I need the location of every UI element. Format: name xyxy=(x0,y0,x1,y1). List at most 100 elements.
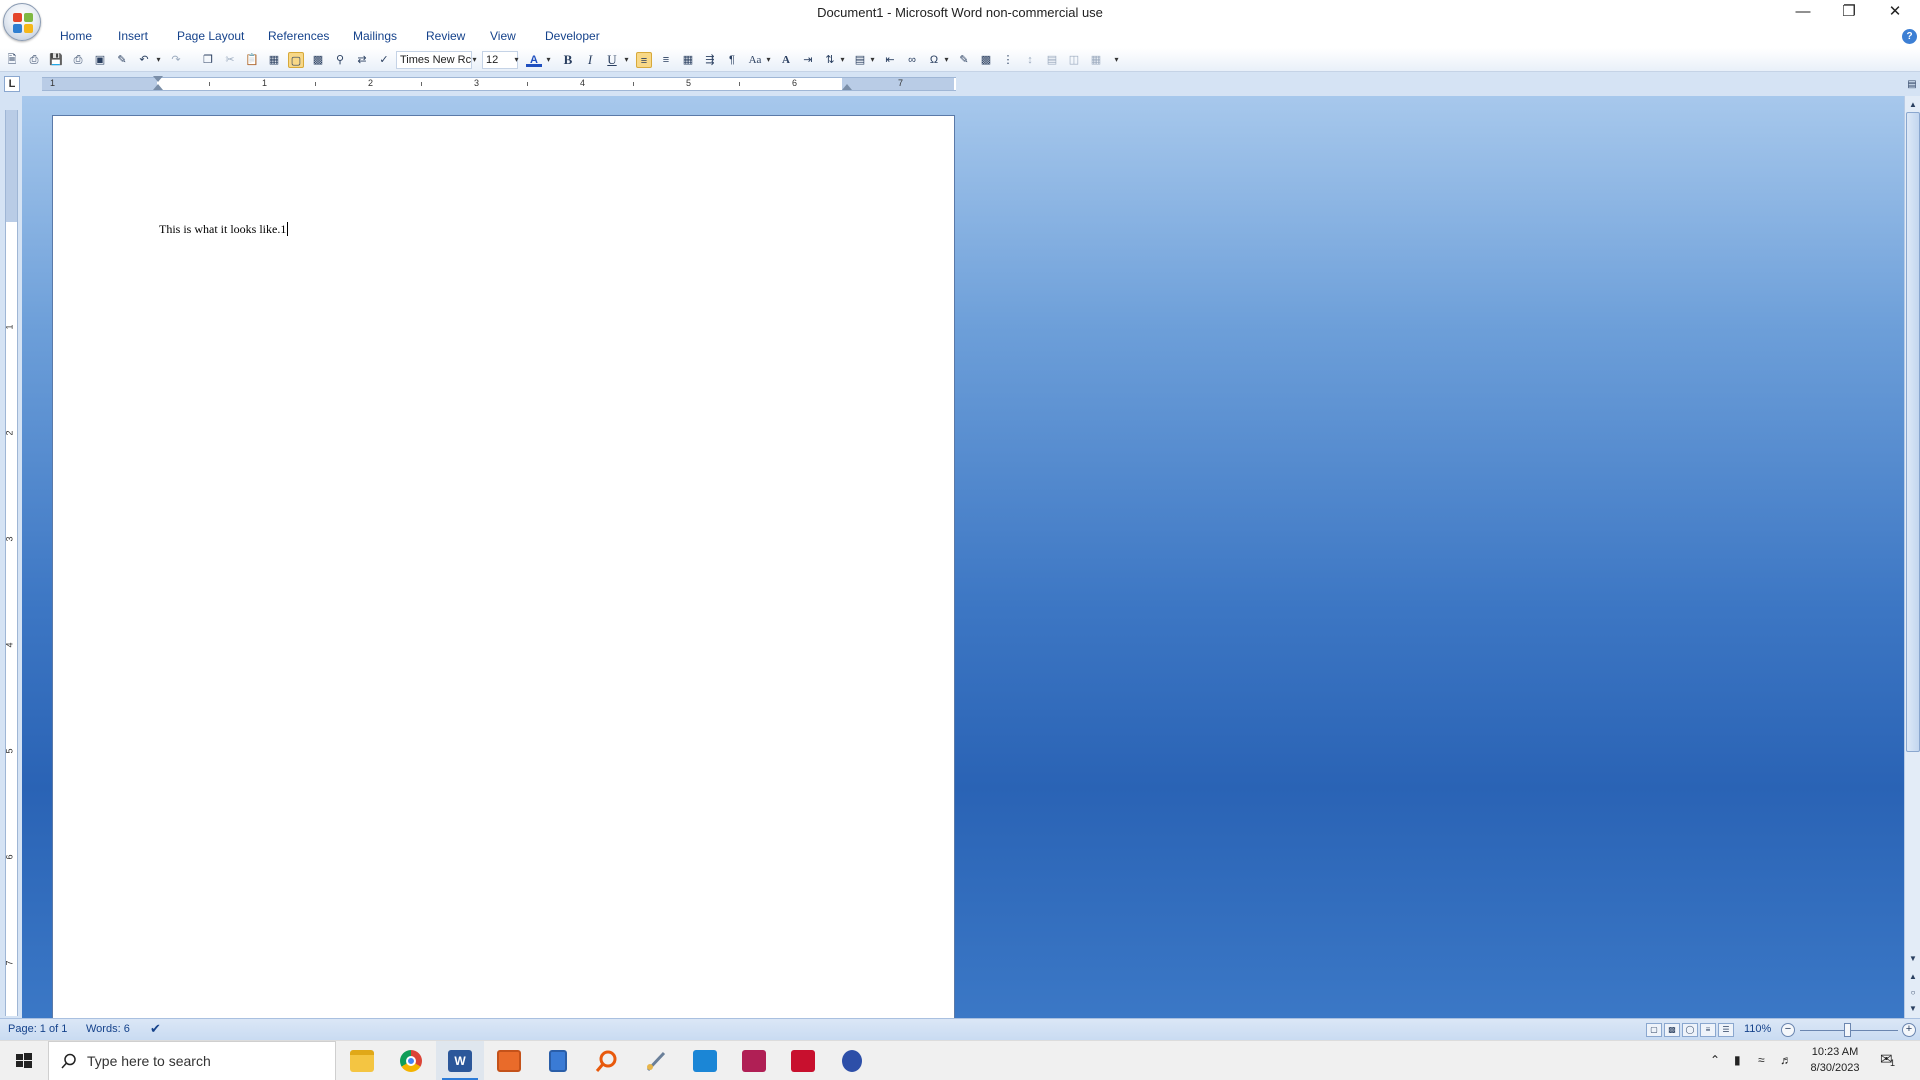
indent-icon[interactable]: ⇥ xyxy=(800,52,816,68)
font-color-button[interactable]: A xyxy=(526,52,542,67)
draft-view-button[interactable]: ☰ xyxy=(1718,1023,1734,1037)
chrome-app[interactable] xyxy=(387,1041,435,1080)
proofing-icon[interactable]: ✔ xyxy=(150,1021,161,1037)
scroll-thumb[interactable] xyxy=(1906,112,1920,752)
align-objects-icon[interactable]: ▤ xyxy=(1044,52,1060,68)
tab-developer[interactable]: Developer xyxy=(545,29,600,43)
document-page[interactable]: This is what it looks like.1 xyxy=(52,115,955,1020)
print-layout-icon[interactable]: ▢ xyxy=(288,52,304,68)
font-name-box[interactable]: Times New Rc xyxy=(396,51,472,69)
format-icon[interactable]: ✎ xyxy=(956,52,972,68)
columns-icon[interactable]: ◫ xyxy=(1066,52,1082,68)
symbol-dropdown-icon[interactable]: ▾ xyxy=(942,51,951,69)
file-explorer-app[interactable] xyxy=(338,1041,386,1080)
tab-references[interactable]: References xyxy=(268,29,329,43)
sort-icon[interactable]: ↕ xyxy=(1022,52,1038,68)
zoom-in-icon[interactable]: + xyxy=(1902,1023,1916,1037)
align-center-icon[interactable]: ≡ xyxy=(658,52,674,68)
find-icon[interactable]: ⚲ xyxy=(332,52,348,68)
hanging-indent-marker[interactable] xyxy=(153,84,163,90)
bold-button[interactable]: B xyxy=(560,52,576,68)
help-icon[interactable]: ? xyxy=(1902,29,1917,44)
paste-icon[interactable]: 📋 xyxy=(244,52,260,68)
office-button[interactable] xyxy=(3,3,41,41)
full-screen-view-button[interactable]: ▩ xyxy=(1664,1023,1680,1037)
symbol-icon[interactable]: Ω xyxy=(926,52,942,68)
break-icon[interactable]: ⇤ xyxy=(882,52,898,68)
new-document-icon[interactable]: 🗎 xyxy=(4,52,20,68)
tab-selector[interactable]: L xyxy=(4,76,20,92)
save-icon[interactable]: 💾 xyxy=(48,52,64,68)
outline-view-button[interactable]: ≡ xyxy=(1700,1023,1716,1037)
first-line-indent-marker[interactable] xyxy=(153,76,163,82)
tab-mailings[interactable]: Mailings xyxy=(353,29,397,43)
line-spacing-dropdown-icon[interactable]: ▾ xyxy=(838,51,847,69)
check-icon[interactable]: ✓ xyxy=(376,52,392,68)
wifi-icon[interactable]: ≈ xyxy=(1758,1053,1765,1067)
full-screen-icon[interactable]: ▩ xyxy=(310,52,326,68)
zoom-slider-thumb[interactable] xyxy=(1844,1023,1851,1037)
zoom-level[interactable]: 110% xyxy=(1744,1023,1771,1035)
previous-page-icon[interactable]: ▲ xyxy=(1906,970,1920,984)
page-setup-dropdown-icon[interactable]: ▾ xyxy=(868,51,877,69)
change-case-dropdown-icon[interactable]: ▾ xyxy=(764,51,773,69)
hyperlink-icon[interactable]: ∞ xyxy=(904,52,920,68)
copy-icon[interactable]: ❐ xyxy=(200,52,216,68)
scroll-up-icon[interactable]: ▲ xyxy=(1906,98,1920,112)
browse-object-icon[interactable]: ○ xyxy=(1906,986,1920,1000)
volume-icon[interactable]: ♬ xyxy=(1780,1053,1792,1067)
game-app[interactable] xyxy=(828,1041,876,1080)
vertical-scrollbar[interactable]: ▲ ▼ ▲ ○ ▼ xyxy=(1904,96,1920,1018)
vertical-ruler[interactable]: 1 2 3 4 5 6 7 xyxy=(5,110,18,1016)
change-case-button[interactable]: Aa xyxy=(744,52,766,68)
word-app[interactable]: W xyxy=(436,1041,484,1080)
system-clock[interactable]: 10:23 AM 8/30/2023 xyxy=(1800,1044,1870,1076)
align-left-icon[interactable]: ≡ xyxy=(636,52,652,68)
notifications-icon[interactable]: ✉ 1 xyxy=(1880,1050,1895,1068)
taskbar-search-box[interactable]: Type here to search xyxy=(48,1041,336,1080)
scroll-down-icon[interactable]: ▼ xyxy=(1906,952,1920,966)
redo-icon[interactable]: ↷ xyxy=(168,52,184,68)
quick-print-icon[interactable]: ⎙ xyxy=(70,52,86,68)
close-button[interactable]: ✕ xyxy=(1872,0,1918,26)
font-name-dropdown-icon[interactable]: ▾ xyxy=(470,51,479,69)
battery-icon[interactable]: ▮ xyxy=(1734,1053,1741,1067)
format-painter-icon[interactable]: ▦ xyxy=(266,52,282,68)
right-indent-marker[interactable] xyxy=(842,84,852,90)
pdf-app[interactable] xyxy=(779,1041,827,1080)
font-color-dropdown-icon[interactable]: ▾ xyxy=(544,51,553,69)
italic-button[interactable]: I xyxy=(582,52,598,68)
text-direction-icon[interactable]: ⇶ xyxy=(702,52,718,68)
cut-icon[interactable]: ✂ xyxy=(222,52,238,68)
tab-view[interactable]: View xyxy=(490,29,516,43)
replace-icon[interactable]: ⇄ xyxy=(354,52,370,68)
underline-dropdown-icon[interactable]: ▾ xyxy=(622,51,631,69)
tab-home[interactable]: Home xyxy=(60,29,92,43)
undo-icon[interactable]: ↶ xyxy=(136,52,152,68)
borders-icon[interactable]: ▦ xyxy=(680,52,696,68)
underline-button[interactable]: U xyxy=(604,52,620,68)
next-page-icon[interactable]: ▼ xyxy=(1906,1002,1920,1016)
text-box-icon[interactable]: ▩ xyxy=(978,52,994,68)
table-icon[interactable]: ▦ xyxy=(1088,52,1104,68)
line-spacing-icon[interactable]: ⇅ xyxy=(822,52,838,68)
show-formatting-icon[interactable]: ¶ xyxy=(724,52,740,68)
search-tool-app[interactable] xyxy=(583,1041,631,1080)
paint-app[interactable] xyxy=(632,1041,680,1080)
view-ruler-icon[interactable]: ▤ xyxy=(1905,78,1919,92)
print-preview-icon[interactable]: ▣ xyxy=(92,52,108,68)
undo-dropdown-icon[interactable]: ▾ xyxy=(154,51,163,69)
media-app[interactable] xyxy=(730,1041,778,1080)
font-size-dropdown-icon[interactable]: ▾ xyxy=(512,51,521,69)
start-button[interactable] xyxy=(0,1041,48,1080)
bullets-icon[interactable]: ⋮ xyxy=(1000,52,1016,68)
minimize-button[interactable]: — xyxy=(1780,0,1826,26)
calculator-app[interactable] xyxy=(534,1041,582,1080)
show-hidden-icons-icon[interactable]: ⌃ xyxy=(1710,1053,1720,1067)
styles-icon[interactable]: A xyxy=(778,52,794,68)
tab-page-layout[interactable]: Page Layout xyxy=(177,29,244,43)
zoom-out-icon[interactable]: − xyxy=(1781,1023,1795,1037)
restore-button[interactable]: ❐ xyxy=(1826,0,1872,26)
page-setup-icon[interactable]: ▤ xyxy=(852,52,868,68)
document-body-text[interactable]: This is what it looks like.1 xyxy=(159,222,289,237)
